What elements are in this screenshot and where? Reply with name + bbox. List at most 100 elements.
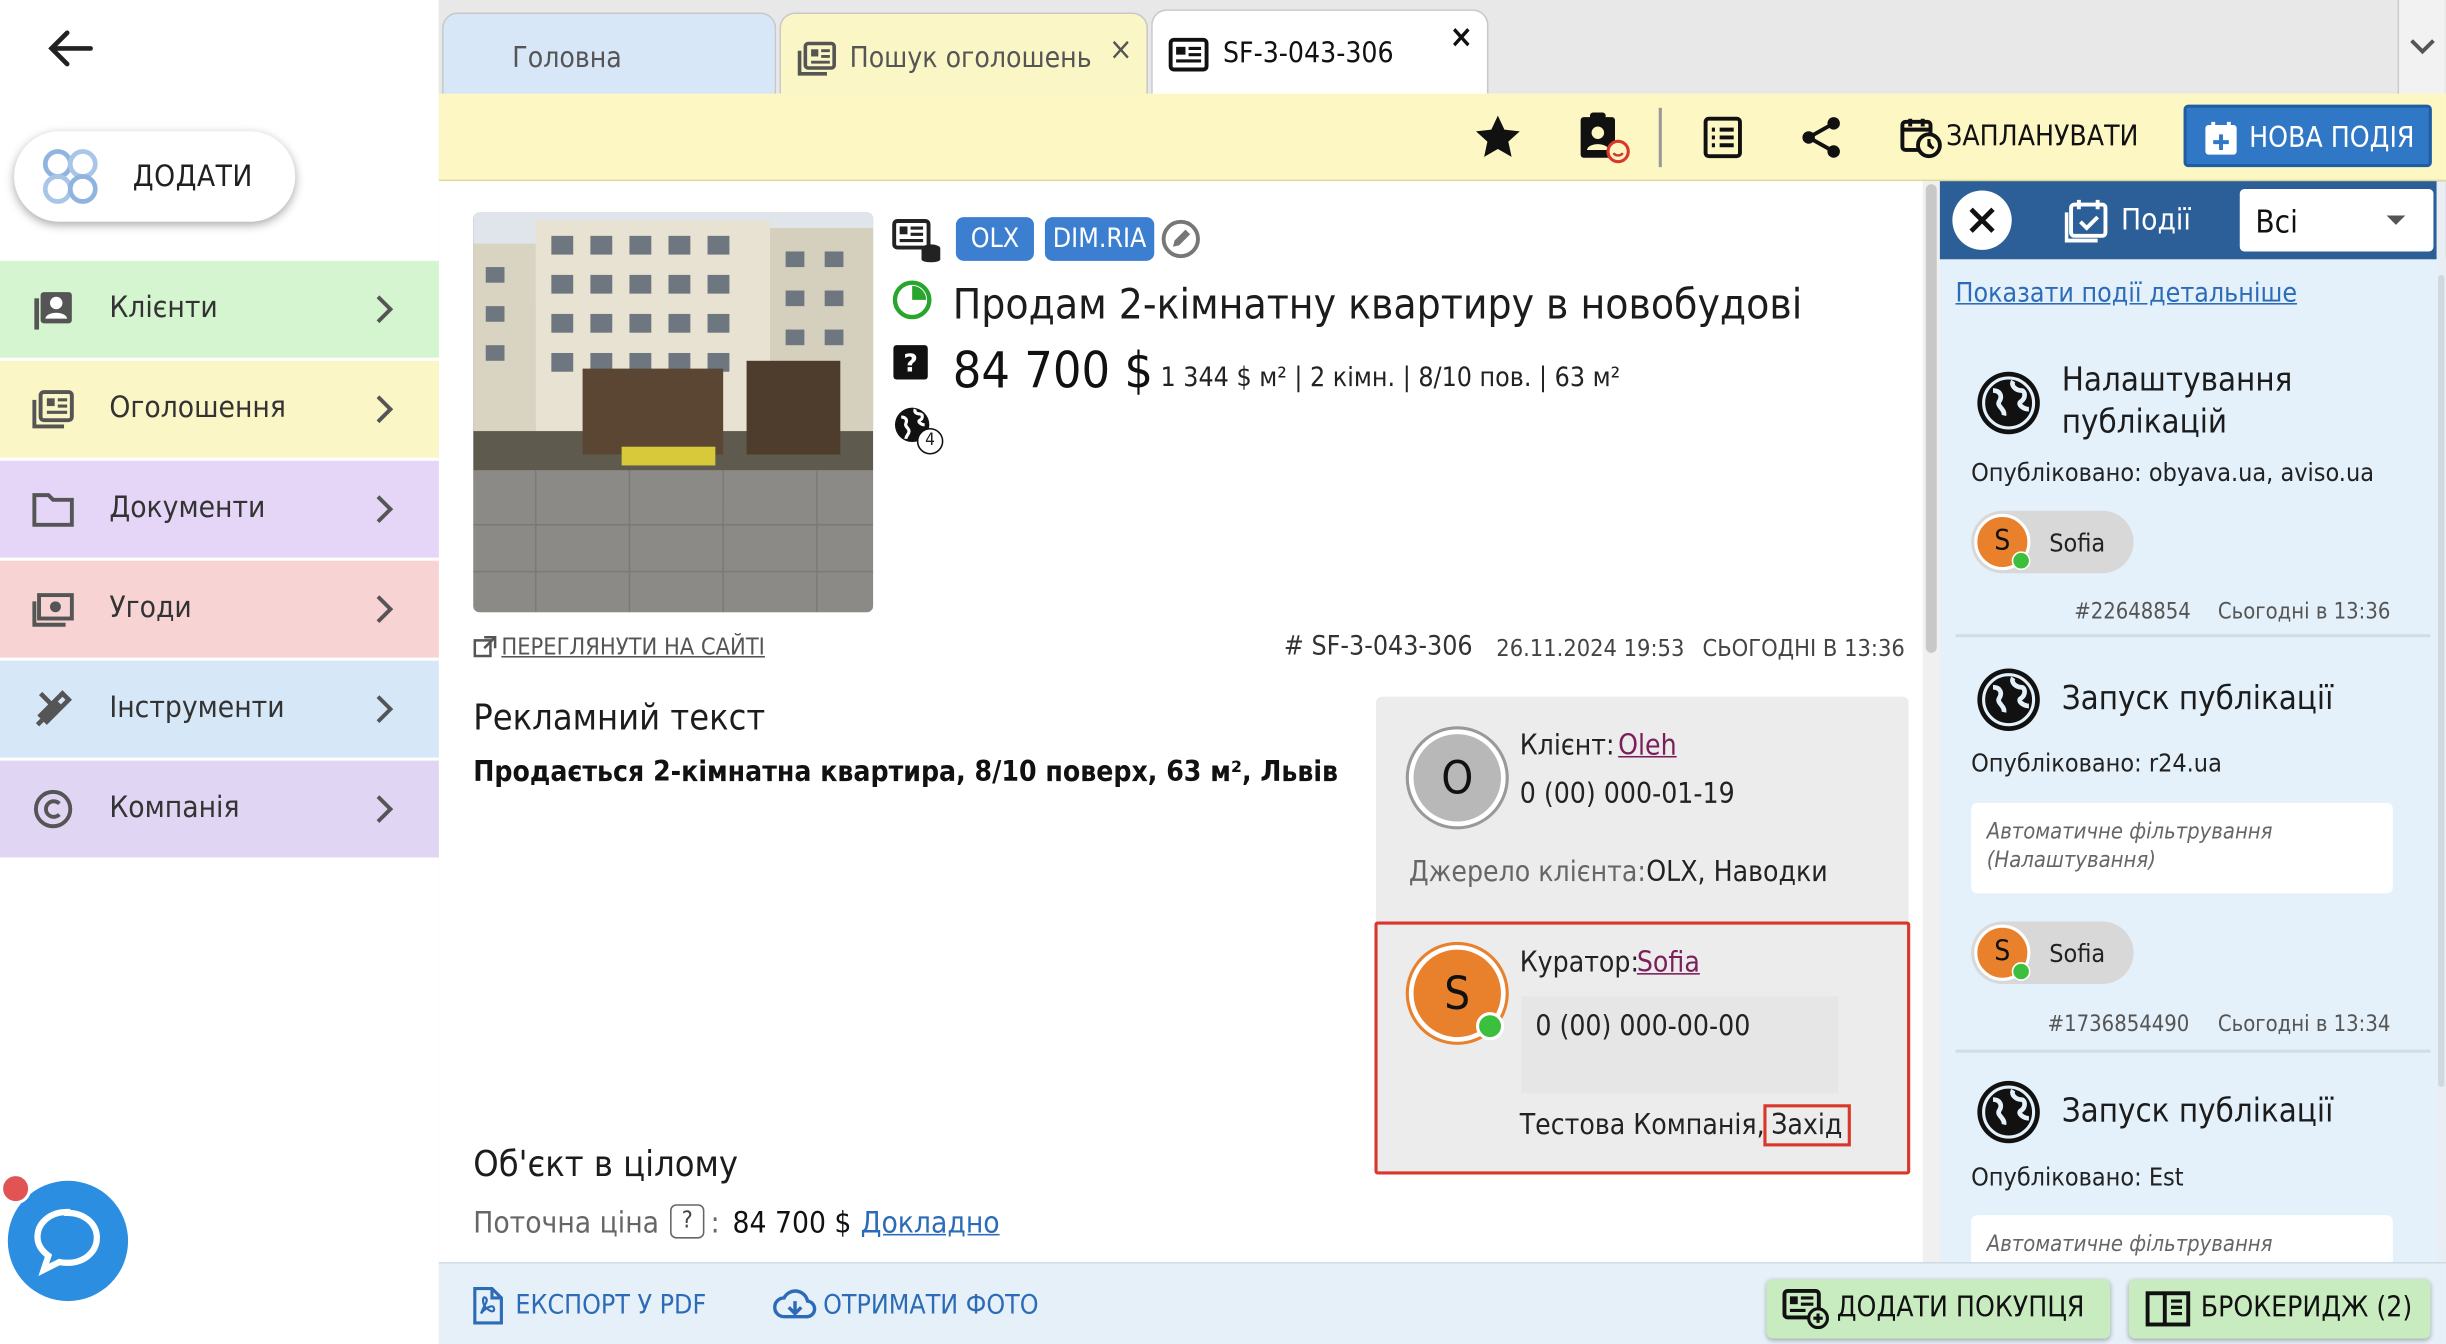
calendar-clock-icon <box>1900 118 1942 159</box>
listing-title: Продам 2-кімнатну квартиру в новобудові <box>952 281 1803 330</box>
add-button-label: ДОДАТИ <box>132 159 253 194</box>
money-icon <box>31 587 75 631</box>
tab-listing-detail[interactable]: SF-3-043-306 × <box>1151 9 1489 94</box>
price-help-icon[interactable]: ? <box>670 1204 705 1239</box>
main-scrollbar[interactable] <box>1922 181 1940 1263</box>
curator-phone[interactable]: 0 (00) 000-00-00 <box>1535 1011 1750 1044</box>
star-icon[interactable] <box>1473 112 1523 162</box>
events-scrollbar[interactable] <box>2436 181 2446 1263</box>
event-item[interactable]: Налаштування публікацій Опубліковано: ob… <box>1955 337 2431 638</box>
back-arrow-icon[interactable] <box>44 22 97 75</box>
sidebar-item-tools[interactable]: Інструменти <box>0 660 439 758</box>
event-user-name: Sofia <box>2049 527 2106 558</box>
external-link-icon <box>473 636 497 658</box>
events-tab-label[interactable]: Події <box>2121 203 2191 237</box>
folder-icon <box>31 487 75 531</box>
event-item[interactable]: Запуск публікації Опубліковано: Est Авто… <box>1955 1059 2430 1263</box>
sidebar-item-label: Оголошення <box>109 390 286 425</box>
listing-id: # SF-3-043-306 <box>1283 631 1473 663</box>
toolbar-divider <box>1658 107 1662 168</box>
event-item[interactable]: Запуск публікації Опубліковано: r24.ua А… <box>1955 644 2431 1053</box>
tab-close-icon[interactable]: × <box>1449 17 1473 54</box>
curator-name-link[interactable]: Sofia <box>1637 947 1700 980</box>
listing-icon <box>797 41 838 78</box>
client-phone[interactable]: 0 (00) 000-01-19 <box>1520 778 1735 811</box>
sidebar-item-listings[interactable]: Оголошення <box>0 360 439 458</box>
listing-updated-date: СЬОГОДНІ В 13:36 <box>1702 634 1905 663</box>
sidebar-item-documents[interactable]: Документи <box>0 460 439 558</box>
tabs-dropdown-button[interactable] <box>2397 0 2445 94</box>
events-details-link[interactable]: Показати події детальніше <box>1955 278 2297 309</box>
client-name-link[interactable]: Oleh <box>1618 729 1677 762</box>
edit-sources-icon[interactable] <box>1160 219 1201 260</box>
sidebar: ДОДАТИ Клієнти Оголошення Документи Угод… <box>0 0 439 1344</box>
events-calendar-icon <box>2064 197 2112 244</box>
listing-price: 84 700 $ <box>952 340 1153 400</box>
source-chip-olx[interactable]: OLX <box>955 217 1034 261</box>
client-label: Клієнт: <box>1519 729 1615 763</box>
brokerage-button[interactable]: БРОКЕРИДЖ (2) <box>2128 1279 2431 1339</box>
event-note: Автоматичне фільтрування (Налаштування) <box>1971 802 2393 894</box>
current-price-row: Поточна ціна ? : 84 700 $ Докладно <box>473 1203 1098 1244</box>
event-time: Сьогодні в 13:34 <box>2217 1012 2391 1038</box>
new-event-label: НОВА ПОДІЯ <box>2249 121 2415 155</box>
globe-publications-icon[interactable]: 4 <box>892 405 948 461</box>
sidebar-item-label: Компанія <box>109 790 240 825</box>
sidebar-item-company[interactable]: Компанія <box>0 760 439 858</box>
listing-main: OLX DIM.RIA Продам 2-кімнатну квартиру в… <box>438 181 1923 1263</box>
add-buyer-button[interactable]: ДОДАТИ ПОКУПЦЯ <box>1766 1279 2111 1339</box>
curator-block-highlight: S Куратор: Sofia 0 (00) 000-00-00 Тестов… <box>1374 921 1911 1175</box>
event-note: Автоматичне фільтрування <box>1971 1215 2393 1263</box>
events-scrollbar-thumb[interactable] <box>2438 274 2445 1088</box>
export-pdf-button[interactable]: ЕКСПОРТ У PDF <box>470 1285 736 1326</box>
chevron-right-icon <box>369 292 400 326</box>
dropdown-arrow-icon <box>2386 215 2406 225</box>
globe-icon <box>1974 369 2043 438</box>
svg-text:?: ? <box>903 349 918 378</box>
tab-label: Головна <box>512 42 622 75</box>
tab-close-icon[interactable]: × <box>1109 30 1133 67</box>
client-source-label: Джерело клієнта: <box>1408 855 1646 889</box>
get-photos-button[interactable]: ОТРИМАТИ ФОТО <box>773 1285 1070 1326</box>
chevron-right-icon <box>369 792 400 826</box>
client-source-value: OLX, Наводки <box>1646 855 1828 889</box>
close-events-button[interactable] <box>1952 190 2012 250</box>
tab-home[interactable]: Головна <box>442 12 777 94</box>
main-scrollbar-thumb[interactable] <box>1925 184 1937 653</box>
globe-icon <box>1974 1078 2043 1147</box>
view-on-site-label: ПЕРЕГЛЯНУТИ НА САЙТІ <box>501 632 765 661</box>
event-user-pill[interactable]: S Sofia <box>1971 921 2134 984</box>
close-icon <box>1969 207 1995 233</box>
listing-add-icon <box>1782 1288 1829 1330</box>
event-title: Запуск публікації <box>2061 679 2334 717</box>
client-board-icon[interactable] <box>1576 109 1632 165</box>
listing-photo[interactable] <box>473 212 874 613</box>
source-chip-dimria[interactable]: DIM.RIA <box>1044 217 1155 261</box>
view-on-site-link[interactable]: ПЕРЕГЛЯНУТИ НА САЙТІ <box>473 633 785 664</box>
share-icon[interactable] <box>1798 114 1845 161</box>
copyright-icon <box>31 787 75 831</box>
price-details-link[interactable]: Докладно <box>861 1206 1000 1240</box>
client-avatar: O <box>1408 729 1506 827</box>
event-title: Запуск публікації <box>2061 1091 2334 1130</box>
calendar-plus-icon <box>2205 121 2237 155</box>
event-time: Сьогодні в 13:36 <box>2217 599 2391 625</box>
logo-icon <box>39 145 101 207</box>
event-user-pill[interactable]: S Sofia <box>1971 510 2134 574</box>
sidebar-item-clients[interactable]: Клієнти <box>0 260 439 358</box>
new-event-button[interactable]: НОВА ПОДІЯ <box>2183 104 2432 168</box>
brokerage-label: БРОКЕРИДЖ (2) <box>2200 1291 2413 1325</box>
question-icon[interactable]: ? <box>892 344 929 381</box>
object-heading: Об'єкт в цілому <box>473 1144 739 1186</box>
events-filter-select[interactable]: Всі <box>2239 188 2434 252</box>
add-button[interactable]: ДОДАТИ <box>14 131 296 222</box>
event-title: Налаштування публікацій <box>2061 360 2293 441</box>
tab-search-listings[interactable]: Пошук оголошень × <box>779 12 1148 94</box>
table-icon[interactable] <box>1699 114 1746 161</box>
sidebar-item-label: Інструменти <box>109 690 285 725</box>
curator-label: Куратор: <box>1519 946 1639 980</box>
sidebar-item-deals[interactable]: Угоди <box>0 560 439 658</box>
schedule-button[interactable]: ЗАПЛАНУВАТИ <box>1899 116 2165 163</box>
book-icon <box>2145 1291 2191 1327</box>
contacts-icon <box>31 287 75 331</box>
